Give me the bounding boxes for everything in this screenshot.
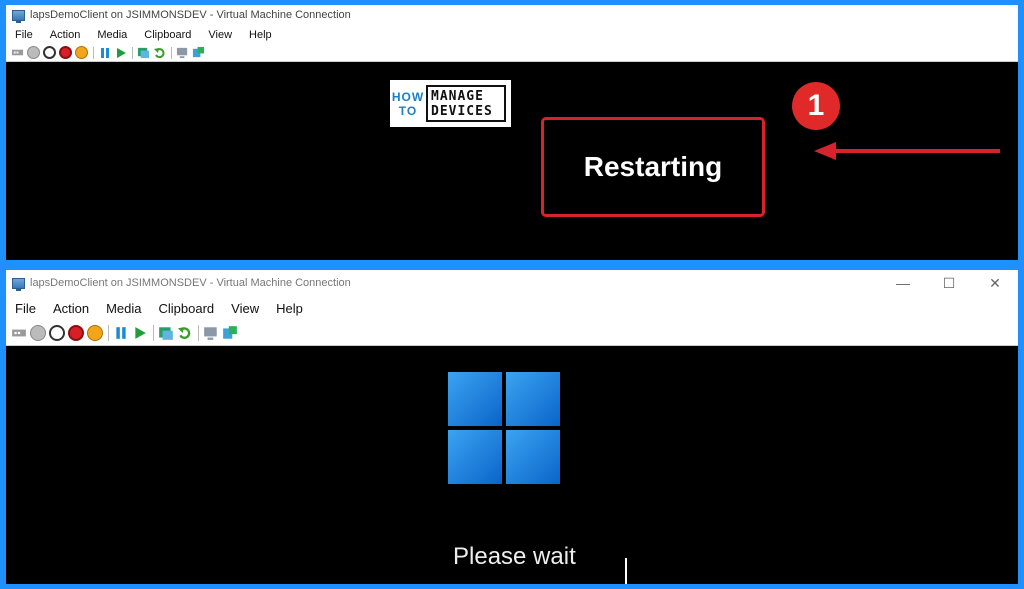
start-icon[interactable] — [27, 46, 40, 59]
howtomanagedevices-logo: HOW TO MANAGE DEVICES — [390, 80, 511, 127]
turn-off-icon[interactable] — [49, 325, 65, 341]
window-controls: — ☐ ✕ — [880, 270, 1018, 296]
callout-arrow-head — [814, 142, 836, 160]
logo-text-how: HOW — [391, 89, 425, 104]
step-number-badge: 1 — [792, 82, 840, 130]
menu-view[interactable]: View — [228, 301, 262, 316]
revert-icon[interactable] — [177, 325, 193, 341]
menu-clipboard[interactable]: Clipboard — [141, 29, 194, 41]
menu-media[interactable]: Media — [103, 301, 144, 316]
menu-view[interactable]: View — [205, 29, 235, 41]
toolbar — [6, 321, 1018, 346]
menu-bar: File Action Media Clipboard View Help — [6, 25, 1018, 44]
restarting-callout-box: Restarting — [541, 117, 765, 217]
checkpoint-icon[interactable] — [158, 325, 174, 341]
vm-screen[interactable]: Please wait — [6, 346, 1018, 584]
ctrl-alt-del-icon[interactable] — [11, 325, 27, 341]
logo-text-to: TO — [398, 103, 418, 118]
windows-logo-pane — [506, 372, 560, 426]
menu-clipboard[interactable]: Clipboard — [156, 301, 218, 316]
vm-connection-window-top: lapsDemoClient on JSIMMONSDEV - Virtual … — [6, 5, 1018, 260]
title-bar: lapsDemoClient on JSIMMONSDEV - Virtual … — [6, 5, 1018, 25]
checkpoint-icon[interactable] — [137, 46, 150, 59]
menu-bar: File Action Media Clipboard View Help — [6, 296, 1018, 321]
shutdown-icon[interactable] — [59, 46, 72, 59]
menu-media[interactable]: Media — [94, 29, 130, 41]
menu-file[interactable]: File — [12, 301, 39, 316]
logo-text-manage: MANAGE — [431, 88, 484, 104]
window-title: lapsDemoClient on JSIMMONSDEV - Virtual … — [30, 277, 351, 289]
resume-icon[interactable] — [114, 46, 127, 59]
vm-connection-icon — [12, 9, 25, 23]
pause-icon[interactable] — [98, 46, 111, 59]
share-icon[interactable] — [192, 46, 205, 59]
windows-logo-pane — [448, 430, 502, 484]
save-icon[interactable] — [75, 46, 88, 59]
ctrl-alt-del-icon[interactable] — [11, 46, 24, 59]
revert-icon[interactable] — [153, 46, 166, 59]
toolbar-separator — [171, 46, 172, 59]
toolbar-separator — [93, 46, 94, 59]
enhanced-session-icon[interactable] — [203, 325, 219, 341]
toolbar — [6, 44, 1018, 62]
minimize-button[interactable]: — — [880, 270, 926, 296]
toolbar-separator — [108, 325, 109, 341]
pause-icon[interactable] — [113, 325, 129, 341]
toolbar-separator — [132, 46, 133, 59]
text-cursor — [625, 558, 627, 584]
toolbar-separator — [198, 325, 199, 341]
window-title: lapsDemoClient on JSIMMONSDEV - Virtual … — [30, 9, 351, 21]
windows-logo-pane — [506, 430, 560, 484]
maximize-button[interactable]: ☐ — [926, 270, 972, 296]
callout-arrow-line — [832, 149, 1000, 153]
windows-logo-icon — [448, 372, 560, 484]
restarting-text: Restarting — [583, 151, 723, 182]
vm-screen[interactable]: HOW TO MANAGE DEVICES Restarting 1 — [6, 62, 1018, 260]
save-icon[interactable] — [87, 325, 103, 341]
please-wait-text: Please wait — [453, 543, 576, 570]
shutdown-icon[interactable] — [68, 325, 84, 341]
close-button[interactable]: ✕ — [972, 270, 1018, 296]
menu-action[interactable]: Action — [50, 301, 92, 316]
enhanced-session-icon[interactable] — [176, 46, 189, 59]
windows-logo-pane — [448, 372, 502, 426]
vm-connection-icon — [12, 277, 25, 291]
toolbar-separator — [153, 325, 154, 341]
vm-connection-window-bottom: lapsDemoClient on JSIMMONSDEV - Virtual … — [6, 270, 1018, 584]
logo-text-devices: DEVICES — [431, 103, 493, 119]
start-icon[interactable] — [30, 325, 46, 341]
menu-help[interactable]: Help — [273, 301, 306, 316]
share-icon[interactable] — [222, 325, 238, 341]
turn-off-icon[interactable] — [43, 46, 56, 59]
menu-action[interactable]: Action — [47, 29, 84, 41]
menu-help[interactable]: Help — [246, 29, 275, 41]
resume-icon[interactable] — [132, 325, 148, 341]
menu-file[interactable]: File — [12, 29, 36, 41]
title-bar: lapsDemoClient on JSIMMONSDEV - Virtual … — [6, 270, 1018, 296]
